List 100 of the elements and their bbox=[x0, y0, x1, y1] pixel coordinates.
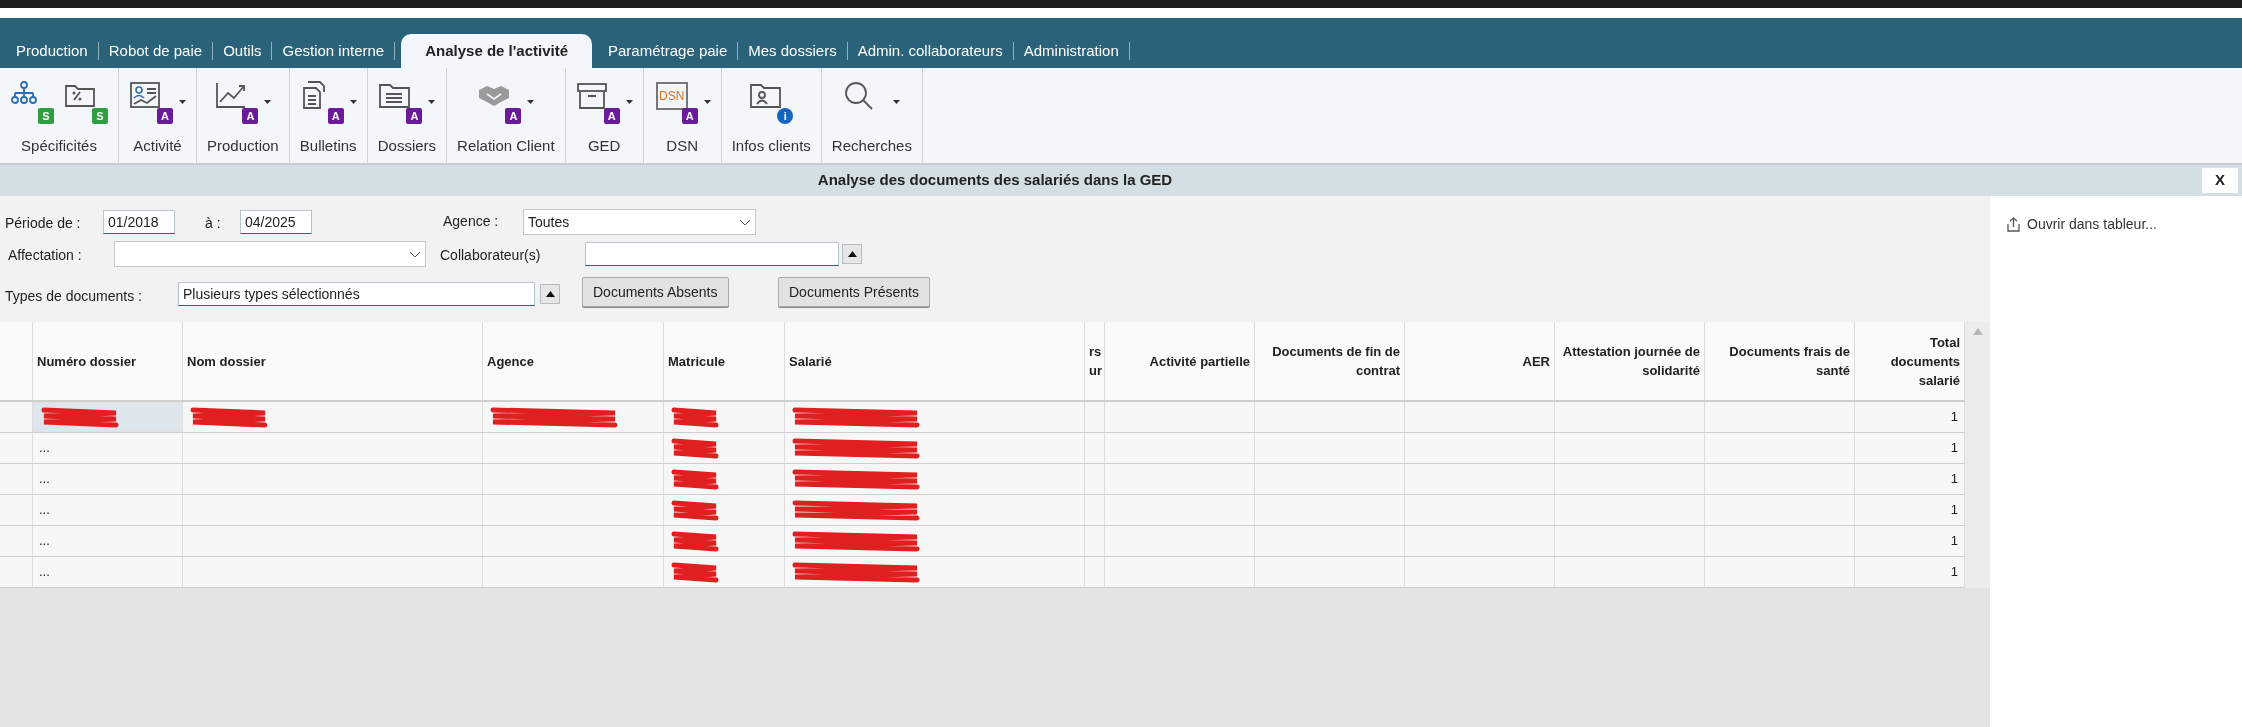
caret-icon[interactable] bbox=[179, 100, 186, 104]
action-button[interactable]: Documents Présents bbox=[778, 277, 930, 307]
ribbon-button[interactable]: A bbox=[477, 80, 522, 124]
column-header[interactable]: Matricule bbox=[668, 351, 726, 371]
badge: A bbox=[505, 108, 522, 124]
table-row[interactable]: 1 bbox=[0, 402, 1965, 433]
archive-box-icon bbox=[575, 80, 610, 110]
badge: A bbox=[406, 108, 423, 124]
field-label: Période de : bbox=[5, 214, 81, 233]
caret-icon[interactable] bbox=[527, 100, 535, 104]
tab[interactable]: Analyse de l'activité bbox=[401, 34, 592, 68]
table-cell: ... bbox=[33, 464, 183, 494]
table-row[interactable]: ... 1 bbox=[0, 557, 1965, 588]
table-cell: ... bbox=[33, 495, 183, 525]
column-header[interactable]: Activité partielle bbox=[1149, 351, 1250, 371]
action-button[interactable]: Documents Absents bbox=[582, 277, 729, 307]
group-label: Dossiers bbox=[377, 135, 437, 156]
date-field[interactable]: 04/2025 bbox=[240, 210, 312, 234]
caret-icon[interactable] bbox=[264, 100, 272, 104]
date-field[interactable]: 01/2018 bbox=[103, 210, 175, 234]
group-label: Production bbox=[207, 135, 279, 156]
field-label: Collaborateur(s) bbox=[440, 246, 541, 265]
ribbon-button[interactable]: A bbox=[299, 80, 344, 124]
scrollbar[interactable] bbox=[1965, 322, 1990, 588]
caret-icon[interactable] bbox=[893, 100, 901, 104]
table-cell[interactable] bbox=[33, 402, 183, 432]
redaction-scribble bbox=[670, 437, 720, 459]
column-header[interactable]: Attestation journée de solidarité bbox=[1559, 342, 1700, 380]
caret-icon[interactable] bbox=[703, 100, 711, 104]
badge: A bbox=[603, 108, 620, 124]
tab[interactable]: Admin. collaborateurs bbox=[847, 42, 1014, 60]
column-header[interactable]: Salarié bbox=[789, 351, 832, 371]
panel-title: Analyse des documents des salariés dans la GED bbox=[817, 170, 1173, 191]
group-label: Relation Client bbox=[457, 135, 555, 156]
group-label: Activité bbox=[133, 135, 182, 156]
caret-icon[interactable] bbox=[428, 100, 436, 104]
tab[interactable]: Outils bbox=[213, 42, 273, 60]
group-label: GED bbox=[587, 135, 621, 156]
triangle-up-icon bbox=[847, 251, 857, 257]
tab[interactable]: Robot de paie bbox=[98, 42, 214, 60]
redaction-scribble bbox=[670, 499, 720, 521]
column-header[interactable]: Agence bbox=[487, 351, 534, 371]
ribbon-button[interactable]: i bbox=[749, 80, 794, 124]
column-header[interactable]: Total documents salarié bbox=[1859, 332, 1960, 390]
ribbon-button[interactable]: A bbox=[129, 80, 173, 124]
dropdown[interactable]: Toutes bbox=[523, 209, 756, 235]
column-header[interactable]: rs ur bbox=[1089, 342, 1102, 380]
export-icon bbox=[2006, 217, 2021, 232]
column-header[interactable]: Nom dossier bbox=[187, 351, 266, 371]
redaction-scribble bbox=[670, 561, 720, 583]
open-in-spreadsheet-link[interactable]: Ouvrir dans tableur... bbox=[2027, 214, 2157, 235]
tab[interactable]: Production bbox=[6, 42, 99, 60]
column-header[interactable]: Documents de fin de contrat bbox=[1259, 342, 1400, 380]
table-row[interactable]: ... 1 bbox=[0, 495, 1965, 526]
group-label: Bulletins bbox=[299, 135, 357, 156]
caret-icon[interactable] bbox=[349, 100, 357, 104]
redaction-scribble bbox=[670, 406, 720, 428]
ribbon-button[interactable]: A bbox=[575, 80, 620, 124]
badge: S bbox=[38, 108, 54, 124]
input-field[interactable] bbox=[585, 242, 839, 266]
column-header[interactable]: AER bbox=[1522, 351, 1550, 371]
badge: i bbox=[777, 108, 794, 124]
expand-button[interactable] bbox=[842, 244, 862, 264]
expand-button[interactable] bbox=[540, 284, 560, 304]
tab[interactable]: Gestion interne bbox=[272, 42, 396, 60]
table-cell: ... bbox=[33, 526, 183, 556]
ribbon-button[interactable]: DSN A bbox=[653, 80, 698, 124]
column-header[interactable]: Documents frais de santé bbox=[1709, 342, 1850, 380]
tab[interactable]: Mes dossiers bbox=[738, 42, 848, 60]
ribbon-button[interactable]: A bbox=[378, 80, 423, 124]
tab[interactable]: Administration bbox=[1013, 42, 1130, 60]
close-button[interactable]: X bbox=[2202, 168, 2238, 193]
redaction-scribble bbox=[670, 530, 720, 552]
table-cell: ... bbox=[33, 433, 183, 463]
badge: A bbox=[242, 108, 259, 124]
badge: S bbox=[92, 108, 108, 124]
chart-card-icon bbox=[129, 80, 163, 110]
field-label: Agence : bbox=[443, 212, 499, 231]
chevron-down-icon bbox=[409, 250, 421, 258]
table-row[interactable]: ... 1 bbox=[0, 526, 1965, 557]
field-label: à : bbox=[205, 214, 221, 233]
table-row[interactable]: ... 1 bbox=[0, 464, 1965, 495]
group-label: Spécificités bbox=[21, 135, 97, 156]
field-label: Types de documents : bbox=[5, 287, 142, 306]
group-label: DSN bbox=[666, 135, 698, 156]
triangle-up-icon bbox=[545, 291, 555, 297]
redaction-scribble bbox=[670, 468, 720, 490]
group-label: Recherches bbox=[831, 135, 912, 156]
input-field[interactable]: Plusieurs types sélectionnés bbox=[178, 282, 535, 306]
caret-icon[interactable] bbox=[625, 100, 633, 104]
column-header[interactable]: Numéro dossier bbox=[37, 351, 136, 371]
badge: A bbox=[681, 108, 698, 124]
badge: A bbox=[157, 108, 173, 124]
table-row[interactable]: ... 1 bbox=[0, 433, 1965, 464]
ribbon-button[interactable]: A bbox=[214, 80, 259, 124]
badge: A bbox=[327, 108, 344, 124]
tab[interactable]: Paramétrage paie bbox=[598, 42, 739, 60]
group-label: Infos clients bbox=[731, 135, 811, 156]
chevron-down-icon bbox=[739, 218, 751, 226]
table-cell: ... bbox=[33, 557, 183, 587]
